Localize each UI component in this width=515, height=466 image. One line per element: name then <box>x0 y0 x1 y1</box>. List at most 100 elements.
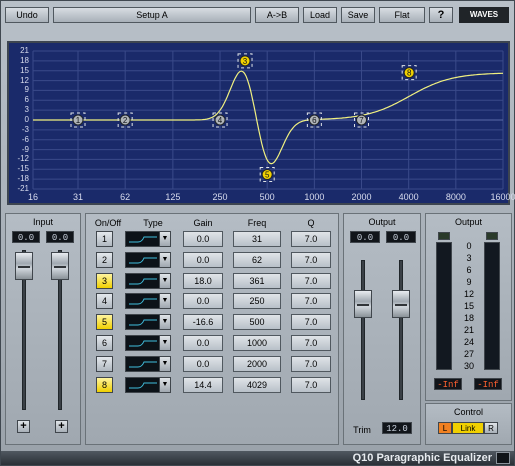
q-value-field[interactable]: 7.0 <box>291 231 331 247</box>
q-value-field[interactable]: 7.0 <box>291 293 331 310</box>
svg-text:4: 4 <box>218 116 223 125</box>
meter-scale-label: 15 <box>463 301 474 311</box>
freq-value-field[interactable]: 361 <box>233 272 281 289</box>
setup-button[interactable]: Setup A <box>53 7 251 23</box>
freq-value-field[interactable]: 250 <box>233 293 281 310</box>
filter-type-select[interactable]: ▼ <box>125 293 171 310</box>
y-tick-label: 21 <box>20 46 29 55</box>
input-right-fader[interactable] <box>51 252 69 280</box>
link-left-button[interactable]: L <box>438 422 452 434</box>
output-right-readout[interactable]: 0.0 <box>386 231 416 243</box>
q-value-field[interactable]: 7.0 <box>291 272 331 289</box>
input-left-plus-button[interactable]: + <box>17 420 30 433</box>
band-row: 2 ▼ 0.0 62 7.0 <box>96 251 331 269</box>
band-toggle-button[interactable]: 3 <box>96 272 113 289</box>
bell-filter-icon <box>129 298 157 305</box>
band-toggle-button[interactable]: 7 <box>96 355 113 372</box>
band-toggle-button[interactable]: 1 <box>96 231 113 247</box>
gain-value-field[interactable]: 0.0 <box>183 355 223 372</box>
band-marker-1[interactable]: 1 <box>70 112 86 128</box>
save-button[interactable]: Save <box>341 7 375 23</box>
gain-value-field[interactable]: 0.0 <box>183 231 223 247</box>
freq-value-field[interactable]: 2000 <box>233 355 281 372</box>
q-value-field[interactable]: 7.0 <box>291 314 331 331</box>
filter-type-select[interactable]: ▼ <box>125 314 171 331</box>
filter-type-select[interactable]: ▼ <box>125 376 171 393</box>
link-button[interactable]: Link <box>452 422 484 434</box>
x-tick-label: 8000 <box>445 192 466 202</box>
input-right-readout[interactable]: 0.0 <box>46 231 74 243</box>
band-marker-2[interactable]: 2 <box>117 112 133 128</box>
eq-graph[interactable]: 12345678 21 18 15 12 9 6 3 0 -3 -6 -9 -12 -15 -18 -21 … <box>7 41 515 205</box>
gain-value-field[interactable]: 0.0 <box>183 251 223 268</box>
freq-value-field[interactable]: 4029 <box>233 376 281 393</box>
link-right-button[interactable]: R <box>484 422 498 434</box>
undo-button[interactable]: Undo <box>5 7 49 23</box>
eq-graph-canvas[interactable]: 1 23456 78 <box>9 43 508 203</box>
help-button[interactable]: ? <box>429 7 453 23</box>
filter-type-select[interactable]: ▼ <box>125 272 171 289</box>
svg-text:2: 2 <box>123 116 128 125</box>
band-toggle-button[interactable]: 4 <box>96 293 113 310</box>
chevron-down-icon[interactable]: ▼ <box>159 356 170 371</box>
bell-filter-icon <box>129 382 157 389</box>
freq-column-header: Freq <box>247 218 267 228</box>
freq-value-field[interactable]: 500 <box>233 314 281 331</box>
q-value-field[interactable]: 7.0 <box>291 251 331 268</box>
chevron-down-icon[interactable]: ▼ <box>159 315 170 330</box>
output-right-fader[interactable] <box>392 290 410 318</box>
chevron-down-icon[interactable]: ▼ <box>159 377 170 392</box>
gain-value-field[interactable]: 0.0 <box>183 335 223 351</box>
chevron-down-icon[interactable]: ▼ <box>159 232 170 246</box>
right-peak-readout[interactable]: -Inf <box>474 378 502 390</box>
input-right-plus-button[interactable]: + <box>55 420 68 433</box>
right-clip-led[interactable] <box>486 232 498 240</box>
band-marker-6[interactable]: 6 <box>306 112 322 128</box>
chevron-down-icon[interactable]: ▼ <box>159 252 170 267</box>
band-marker-3[interactable]: 3 <box>237 53 253 69</box>
q-value-field[interactable]: 7.0 <box>291 376 331 393</box>
freq-value-field[interactable]: 62 <box>233 251 281 268</box>
chevron-down-icon[interactable]: ▼ <box>159 273 170 288</box>
freq-value-field[interactable]: 31 <box>233 231 281 247</box>
x-tick-label: 500 <box>259 192 275 202</box>
trim-readout[interactable]: 12.0 <box>382 422 412 434</box>
plugin-footer: Q10 Paragraphic Equalizer <box>1 451 514 465</box>
plugin-window: Undo Setup A A->B Load Save Flat ? WAVES… <box>0 0 515 466</box>
gain-value-field[interactable]: 14.4 <box>183 376 223 393</box>
meter-scale-label: 27 <box>463 349 474 359</box>
band-marker-7[interactable]: 7 <box>354 112 370 128</box>
x-tick-label: 16 <box>27 192 38 202</box>
flat-button[interactable]: Flat <box>379 7 425 23</box>
x-tick-label: 16000 <box>490 192 515 202</box>
filter-type-select[interactable]: ▼ <box>125 231 171 247</box>
x-tick-label: 125 <box>165 192 181 202</box>
input-left-fader[interactable] <box>15 252 33 280</box>
band-marker-8[interactable]: 8 <box>401 65 417 81</box>
q-value-field[interactable]: 7.0 <box>291 355 331 372</box>
left-peak-readout[interactable]: -Inf <box>434 378 462 390</box>
gain-value-field[interactable]: -16.6 <box>183 314 223 331</box>
load-button[interactable]: Load <box>303 7 337 23</box>
band-toggle-button[interactable]: 5 <box>96 314 113 331</box>
filter-type-select[interactable]: ▼ <box>125 251 171 268</box>
chevron-down-icon[interactable]: ▼ <box>159 294 170 309</box>
output-left-readout[interactable]: 0.0 <box>350 231 380 243</box>
band-toggle-button[interactable]: 2 <box>96 251 113 268</box>
y-tick-label: -18 <box>17 174 29 184</box>
band-toggle-button[interactable]: 6 <box>96 335 113 351</box>
q-value-field[interactable]: 7.0 <box>291 335 331 351</box>
filter-type-select[interactable]: ▼ <box>125 335 171 351</box>
input-left-readout[interactable]: 0.0 <box>12 231 40 243</box>
gain-value-field[interactable]: 0.0 <box>183 293 223 310</box>
input-panel: Input 0.0 0.0 + + <box>5 213 81 445</box>
gain-value-field[interactable]: 18.0 <box>183 272 223 289</box>
band-toggle-button[interactable]: 8 <box>96 376 113 393</box>
chevron-down-icon[interactable]: ▼ <box>159 336 170 350</box>
waves-footer-icon <box>496 452 510 464</box>
output-left-fader[interactable] <box>354 290 372 318</box>
ab-button[interactable]: A->B <box>255 7 299 23</box>
left-clip-led[interactable] <box>438 232 450 240</box>
freq-value-field[interactable]: 1000 <box>233 335 281 351</box>
filter-type-select[interactable]: ▼ <box>125 355 171 372</box>
